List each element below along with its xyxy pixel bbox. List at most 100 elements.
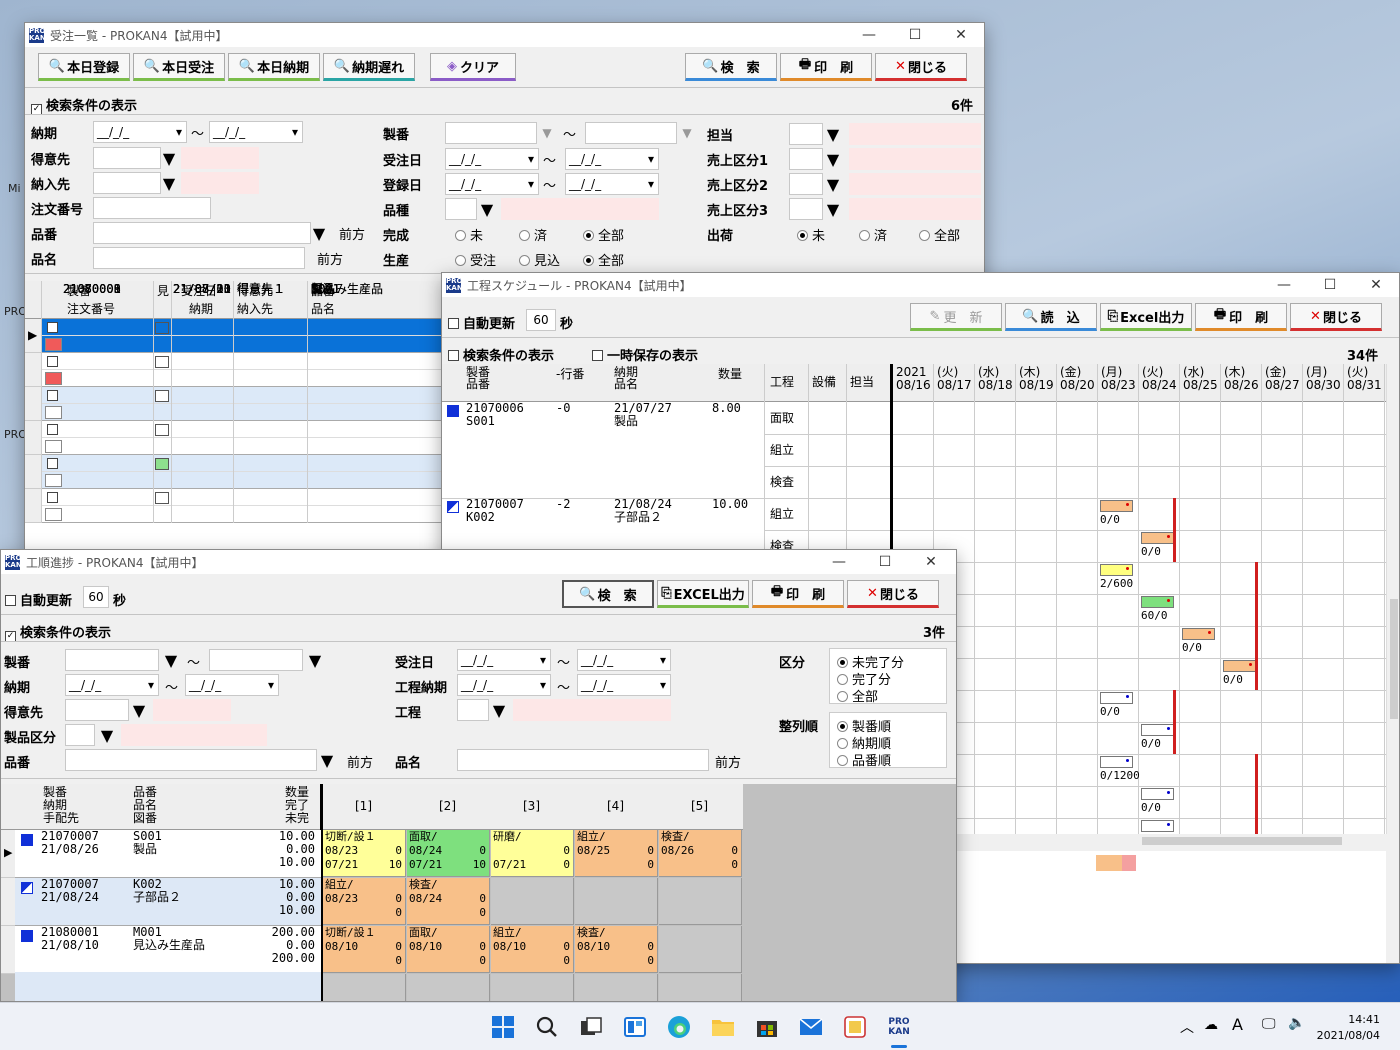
maximize-button[interactable]: ☐ (892, 23, 938, 47)
step-cell[interactable]: 検査/08/24 0 0 (407, 878, 490, 925)
task-bar[interactable] (1100, 692, 1133, 704)
table-row[interactable] (41, 353, 445, 370)
seisan-radio-0[interactable]: 受注 (455, 250, 496, 269)
row-checkbox[interactable] (47, 322, 58, 333)
table-row[interactable] (41, 370, 445, 387)
step-cell[interactable]: 組立/08/25 0 0 (575, 830, 658, 877)
task-bar[interactable] (1141, 532, 1174, 544)
header-hinmei[interactable]: 品名 (612, 378, 638, 391)
shukka-radio-1[interactable]: 済 (859, 225, 887, 244)
tokuisaki-field[interactable] (93, 147, 161, 169)
row-checkbox[interactable] (47, 424, 58, 435)
row-header[interactable] (25, 455, 41, 489)
maximize-button[interactable]: ☐ (1307, 273, 1353, 297)
step-cell[interactable]: 組立/08/10 0 0 (491, 926, 574, 973)
today-due-button[interactable]: 🔍 本日納期 (228, 53, 320, 81)
header-zuban[interactable]: 図番 (131, 812, 157, 825)
hinban-field[interactable] (93, 222, 311, 244)
chevron-down-icon[interactable]: ▼ (307, 649, 323, 671)
explorer-icon[interactable] (709, 1013, 737, 1041)
today-register-button[interactable]: 🔍 本日登録 (38, 53, 130, 81)
header-chumon[interactable]: 注文番号 (65, 301, 115, 317)
chevron-down-icon[interactable]: ▾ (523, 173, 539, 195)
chevron-down-icon[interactable]: ▾ (535, 674, 551, 696)
minimize-button[interactable]: — (1261, 273, 1307, 297)
chevron-down-icon[interactable]: ▼ (539, 122, 555, 144)
header-seiban[interactable]: 製番 (41, 786, 67, 799)
table-row[interactable] (41, 421, 445, 438)
search-button[interactable]: 🔍 検 索 (562, 580, 654, 608)
header-setsubi[interactable]: 設備 (810, 374, 836, 390)
row-header[interactable] (25, 387, 41, 421)
vertical-scrollbar[interactable] (1386, 364, 1399, 834)
kubun-radio-2[interactable]: 全部 (837, 686, 878, 705)
chevron-down-icon[interactable]: ▾ (263, 674, 279, 696)
task-bar[interactable] (1100, 500, 1133, 512)
seiban-from-field[interactable] (65, 649, 159, 671)
step-cell[interactable]: 検査/08/10 0 0 (575, 926, 658, 973)
shukka-radio-0[interactable]: 未 (797, 225, 825, 244)
step-cell[interactable]: 検査/08/26 0 0 (659, 830, 742, 877)
step-cell[interactable] (659, 926, 742, 973)
auto-update-checkbox[interactable]: 自動更新 (448, 313, 515, 332)
chevron-down-icon[interactable]: ▾ (535, 649, 551, 671)
store-icon[interactable] (753, 1013, 781, 1041)
uriage1-field[interactable] (789, 148, 823, 170)
chevron-down-icon[interactable]: ▼ (825, 173, 841, 195)
header-nouki[interactable]: 納期 (41, 799, 67, 812)
excel-button[interactable]: ⎘ Excel出力 (1100, 303, 1192, 331)
chevron-down-icon[interactable]: ▼ (679, 122, 695, 144)
zenpo-button[interactable]: 前方 (317, 249, 343, 268)
kansei-radio-1[interactable]: 済 (519, 225, 547, 244)
print-button[interactable]: 🖶 印 刷 (1195, 303, 1287, 331)
hinmei-field[interactable] (457, 749, 709, 771)
header-hinmei[interactable]: 品名 (131, 799, 157, 812)
header-hinban[interactable]: 品番 (464, 378, 490, 391)
table-row[interactable] (41, 387, 445, 404)
step-cell[interactable] (659, 878, 742, 925)
table-row[interactable] (41, 472, 445, 489)
temp-save-checkbox[interactable]: 一時保存の表示 (592, 345, 698, 364)
show-conditions-checkbox[interactable]: ✓ 検索条件の表示 (31, 95, 137, 115)
zenpo-button[interactable]: 前方 (339, 224, 365, 243)
table-row[interactable] (41, 506, 445, 523)
step-cell[interactable]: 面取/08/24 07/21 0 10 (407, 830, 490, 877)
prokan-taskbar-icon[interactable]: PRO KAN (885, 1013, 913, 1041)
header-qty[interactable]: 数量 (716, 366, 742, 382)
zenpo-button[interactable]: 前方 (347, 752, 373, 771)
mail-icon[interactable] (797, 1013, 825, 1041)
step-cell[interactable]: 組立/08/23 0 0 (323, 878, 406, 925)
chevron-down-icon[interactable]: ▼ (491, 699, 507, 721)
show-conditions-checkbox[interactable]: ✓ 検索条件の表示 (5, 622, 111, 642)
ime-indicator[interactable]: A (1232, 1015, 1243, 1034)
task-bar[interactable] (1182, 628, 1215, 640)
chumon-field[interactable] (93, 197, 211, 219)
start-icon[interactable] (489, 1013, 517, 1041)
header-kanryo[interactable]: 完了 (283, 799, 309, 812)
seiban-from-field[interactable] (445, 122, 537, 144)
table-row[interactable] (41, 336, 445, 353)
step-cell[interactable] (575, 878, 658, 925)
chevron-down-icon[interactable]: ▼ (131, 699, 147, 721)
row-header[interactable] (1, 926, 15, 974)
step-cell[interactable]: 面取/08/10 0 0 (407, 926, 490, 973)
row-checkbox[interactable] (47, 458, 58, 469)
task-bar[interactable] (1141, 788, 1174, 800)
tanto-field[interactable] (789, 123, 823, 145)
uriage3-field[interactable] (789, 198, 823, 220)
close-button[interactable]: ✕ 閉じる (847, 580, 939, 608)
table-row[interactable] (41, 438, 445, 455)
tokuisaki-field[interactable] (65, 699, 129, 721)
header-tehaisaki[interactable]: 手配先 (41, 812, 79, 825)
excel-button[interactable]: ⎘ EXCEL出力 (657, 580, 749, 608)
header-hinmei[interactable]: 品名 (309, 301, 335, 317)
search-button[interactable]: 🔍 検 索 (685, 53, 777, 81)
chevron-up-icon[interactable]: ︿ (1180, 1017, 1194, 1037)
seiban-to-field[interactable] (585, 122, 677, 144)
kansei-radio-2[interactable]: 全部 (583, 225, 624, 244)
row-checkbox[interactable] (47, 356, 58, 367)
chevron-down-icon[interactable]: ▾ (655, 649, 671, 671)
kansei-radio-0[interactable]: 未 (455, 225, 483, 244)
header-tanto[interactable]: 担当 (848, 374, 874, 390)
kotei-field[interactable] (457, 699, 489, 721)
